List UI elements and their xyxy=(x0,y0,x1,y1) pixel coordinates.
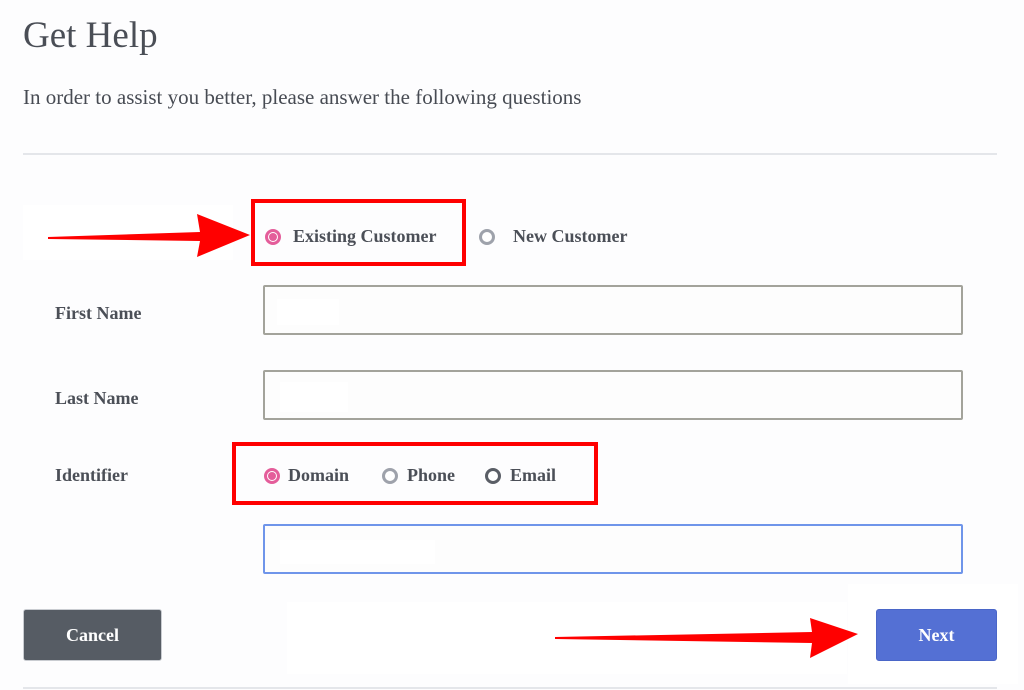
annotation-arrows xyxy=(48,214,858,658)
arrow-icon xyxy=(555,618,858,658)
arrow-icon xyxy=(48,214,250,257)
